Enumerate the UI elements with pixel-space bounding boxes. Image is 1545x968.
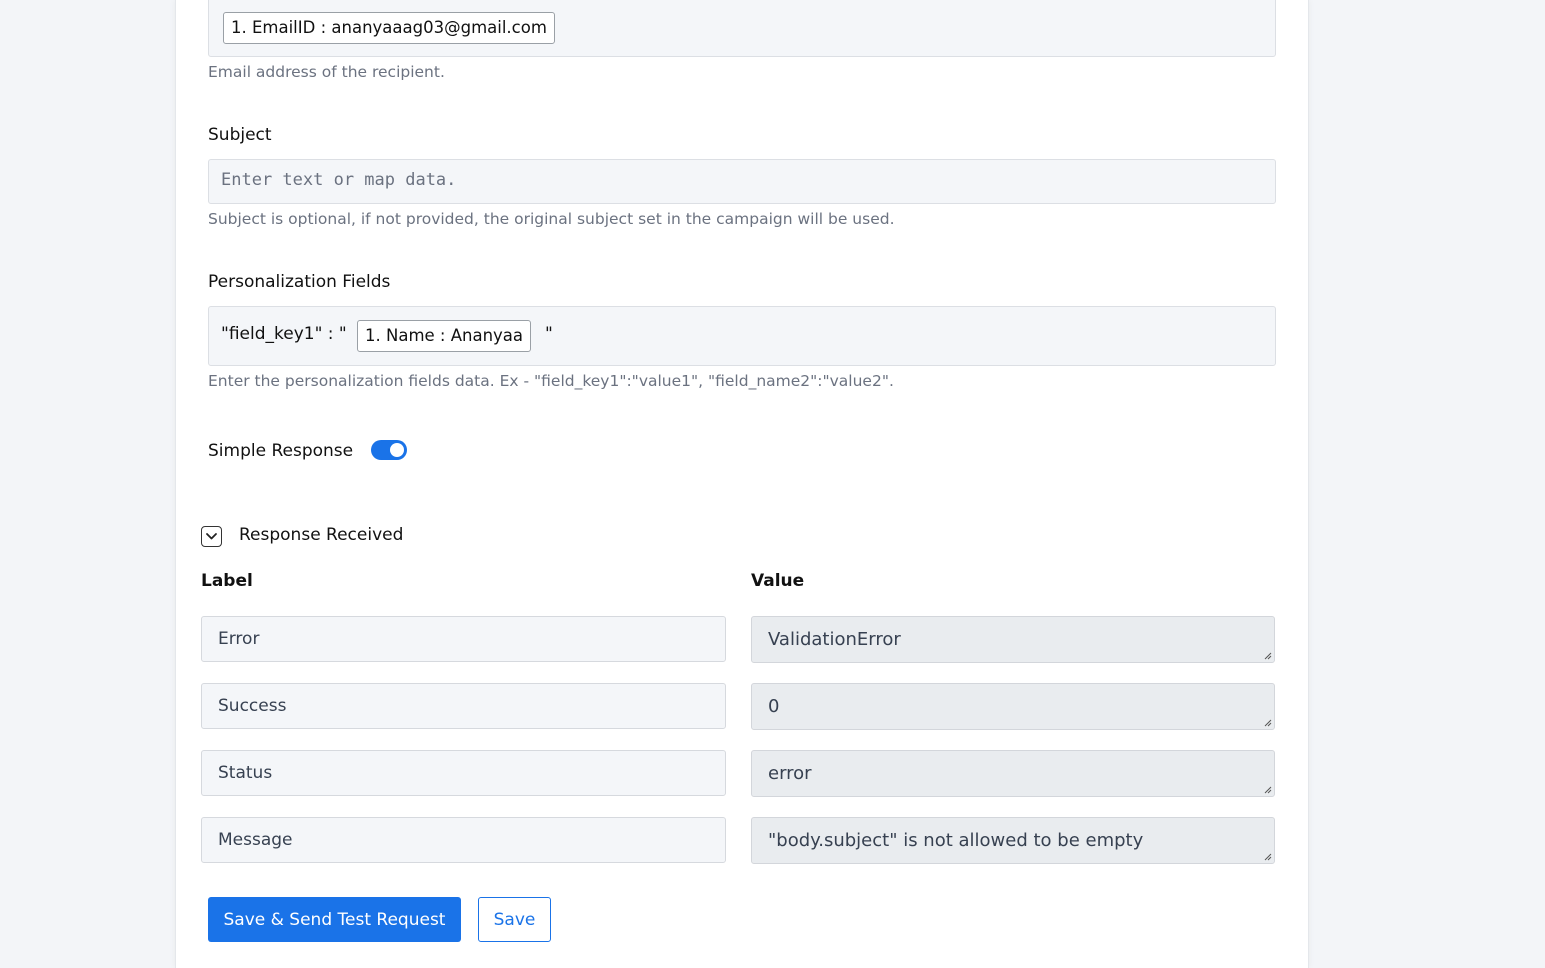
resize-grip-icon[interactable] <box>1262 650 1272 660</box>
recipient-field[interactable]: 1. EmailID : ananyaaag03@gmail.com <box>208 0 1276 57</box>
response-value-field[interactable]: ValidationError <box>751 616 1275 663</box>
personalization-help: Enter the personalization fields data. E… <box>208 372 894 390</box>
subject-label: Subject <box>208 125 272 145</box>
resize-grip-icon[interactable] <box>1262 784 1272 794</box>
email-chip[interactable]: 1. EmailID : ananyaaag03@gmail.com <box>223 12 555 44</box>
form-card: 1. EmailID : ananyaaag03@gmail.com Email… <box>175 0 1309 968</box>
subject-input[interactable]: Enter text or map data. <box>208 159 1276 204</box>
simple-response-toggle[interactable] <box>371 440 407 460</box>
response-label-field[interactable]: Success <box>201 683 726 729</box>
response-title: Response Received <box>239 525 404 545</box>
response-value-text: 0 <box>768 696 780 717</box>
recipient-help: Email address of the recipient. <box>208 63 445 81</box>
label-column-header: Label <box>201 571 253 591</box>
personalization-suffix: " <box>545 324 553 344</box>
response-label-field[interactable]: Status <box>201 750 726 796</box>
response-collapse-button[interactable] <box>201 526 222 547</box>
save-button[interactable]: Save <box>478 897 551 942</box>
response-value-text: "body.subject" is not allowed to be empt… <box>768 830 1144 851</box>
response-value-field[interactable]: 0 <box>751 683 1275 730</box>
name-chip[interactable]: 1. Name : Ananyaa <box>357 320 532 352</box>
toggle-knob <box>390 443 404 457</box>
response-label-field[interactable]: Error <box>201 616 726 662</box>
personalization-prefix: "field_key1" : " <box>221 324 347 344</box>
response-label-field[interactable]: Message <box>201 817 726 863</box>
save-and-send-test-button[interactable]: Save & Send Test Request <box>208 897 461 942</box>
resize-grip-icon[interactable] <box>1262 851 1272 861</box>
value-column-header: Value <box>751 571 805 591</box>
subject-placeholder: Enter text or map data. <box>221 170 457 190</box>
response-value-field[interactable]: error <box>751 750 1275 797</box>
personalization-label: Personalization Fields <box>208 272 391 292</box>
simple-response-label: Simple Response <box>208 441 354 461</box>
response-value-field[interactable]: "body.subject" is not allowed to be empt… <box>751 817 1275 864</box>
response-value-text: ValidationError <box>768 629 901 650</box>
subject-help: Subject is optional, if not provided, th… <box>208 210 895 228</box>
personalization-input[interactable]: "field_key1" : " 1. Name : Ananyaa " <box>208 306 1276 366</box>
resize-grip-icon[interactable] <box>1262 717 1272 727</box>
response-value-text: error <box>768 763 812 784</box>
chevron-down-icon <box>206 533 217 540</box>
